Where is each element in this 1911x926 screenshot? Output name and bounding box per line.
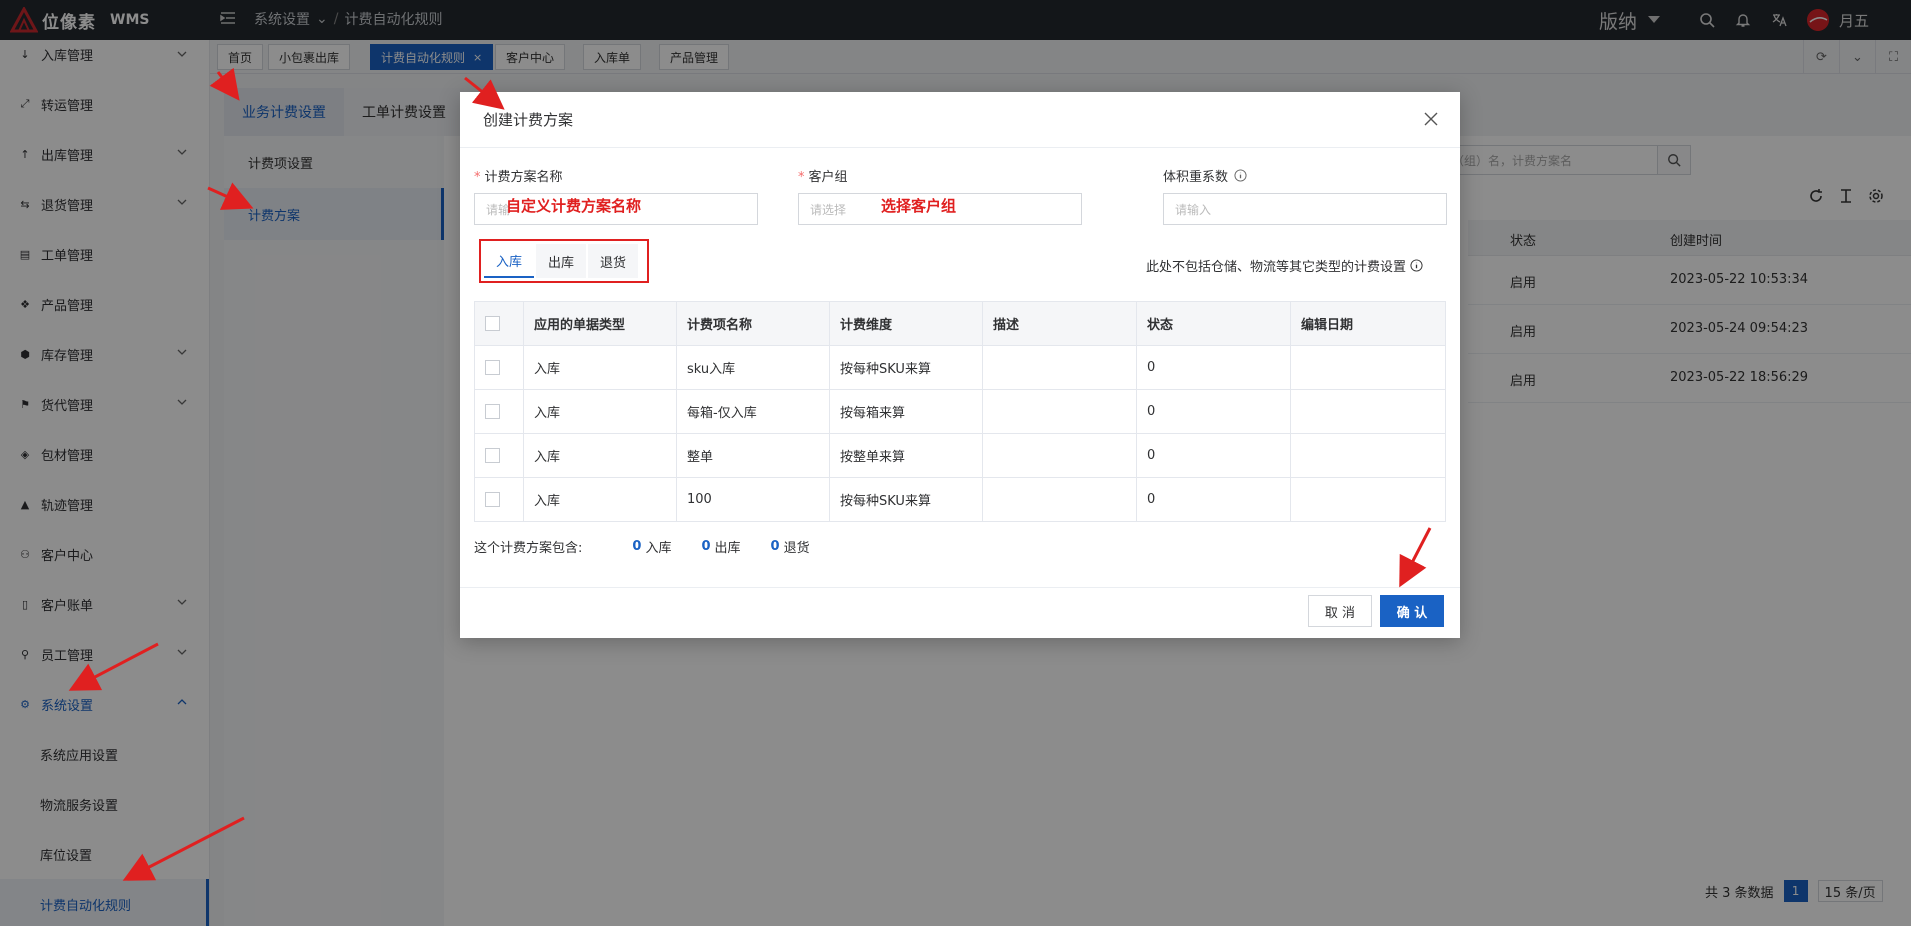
column-header: 应用的单据类型 [523, 301, 677, 346]
row-checkbox[interactable] [485, 360, 500, 375]
cancel-button[interactable]: 取 消 [1308, 595, 1372, 627]
summary-count: 0 [632, 539, 642, 554]
create-plan-dialog: 创建计费方案 * 计费方案名称 请输 自定义计费方案名称 * 客户组 请选择 选择客… [460, 92, 1460, 638]
cell-fee-name: 整单 [676, 433, 830, 478]
row-checkbox[interactable] [485, 492, 500, 507]
cell-dimension: 按每箱来算 [829, 389, 983, 434]
cell-edit-date [1290, 389, 1446, 434]
row-checkbox[interactable] [485, 448, 500, 463]
dialog-header: 创建计费方案 [460, 92, 1460, 148]
info-icon[interactable] [1234, 169, 1247, 182]
volume-weight-label: 体积重系数 [1163, 166, 1247, 185]
cell-fee-name: 每箱-仅入库 [676, 389, 830, 434]
select-all-checkbox[interactable] [485, 316, 500, 331]
fee-items-table: 应用的单据类型 计费项名称 计费维度 描述 状态 编辑日期 入库 sku入库 按… [474, 301, 1446, 522]
cell-edit-date [1290, 477, 1446, 522]
table-row[interactable]: 入库 sku入库 按每种SKU来算 0 [474, 345, 1446, 390]
cell-description [982, 345, 1137, 390]
cell-doc-type: 入库 [523, 345, 677, 390]
summary-count-label: 出库 [714, 541, 741, 556]
annotation-customer-group: 选择客户组 [881, 197, 957, 215]
table-header-row: 应用的单据类型 计费项名称 计费维度 描述 状态 编辑日期 [474, 301, 1446, 346]
close-icon[interactable] [1424, 112, 1438, 126]
summary-label: 这个计费方案包含: [474, 541, 583, 556]
table-row[interactable]: 入库 每箱-仅入库 按每箱来算 0 [474, 389, 1446, 434]
customer-group-label: * 客户组 [798, 170, 848, 185]
summary-count: 0 [770, 539, 780, 554]
cell-doc-type: 入库 [523, 389, 677, 434]
cell-edit-date [1290, 433, 1446, 478]
summary-count: 0 [701, 539, 711, 554]
dialog-tabs: 入库 出库 退货 [479, 239, 649, 283]
column-header: 描述 [982, 301, 1137, 346]
cell-description [982, 389, 1137, 434]
tab-inbound[interactable]: 入库 [484, 244, 534, 278]
summary-count-label: 退货 [783, 541, 810, 556]
tab-returns[interactable]: 退货 [588, 244, 638, 278]
confirm-button[interactable]: 确 认 [1380, 595, 1444, 627]
annotation-plan-name: 自定义计费方案名称 [506, 197, 642, 215]
cell-description [982, 477, 1137, 522]
cell-edit-date [1290, 345, 1446, 390]
cell-fee-name: sku入库 [676, 345, 830, 390]
row-checkbox[interactable] [485, 404, 500, 419]
plan-summary: 这个计费方案包含: 0 入库 0 出库 0 退货 [474, 537, 816, 556]
cell-status: 0 [1136, 389, 1291, 434]
table-row[interactable]: 入库 整单 按整单来算 0 [474, 433, 1446, 478]
cell-doc-type: 入库 [523, 433, 677, 478]
cell-status: 0 [1136, 345, 1291, 390]
cell-dimension: 按整单来算 [829, 433, 983, 478]
table-row[interactable]: 入库 100 按每种SKU来算 0 [474, 477, 1446, 522]
info-icon[interactable] [1410, 259, 1423, 272]
cell-dimension: 按每种SKU来算 [829, 477, 983, 522]
cell-status: 0 [1136, 433, 1291, 478]
cell-doc-type: 入库 [523, 477, 677, 522]
tab-outbound[interactable]: 出库 [536, 244, 586, 278]
column-header: 计费项名称 [676, 301, 830, 346]
cell-description [982, 433, 1137, 478]
summary-count-label: 入库 [645, 541, 672, 556]
column-header: 状态 [1136, 301, 1291, 346]
cell-fee-name: 100 [676, 477, 830, 522]
column-header: 编辑日期 [1290, 301, 1446, 346]
dialog-title: 创建计费方案 [483, 111, 574, 129]
cell-status: 0 [1136, 477, 1291, 522]
column-header: 计费维度 [829, 301, 983, 346]
plan-name-label: * 计费方案名称 [474, 170, 563, 185]
dialog-hint: 此处不包括仓储、物流等其它类型的计费设置 [1146, 256, 1423, 275]
volume-weight-input[interactable]: 请输入 [1163, 193, 1447, 225]
cell-dimension: 按每种SKU来算 [829, 345, 983, 390]
